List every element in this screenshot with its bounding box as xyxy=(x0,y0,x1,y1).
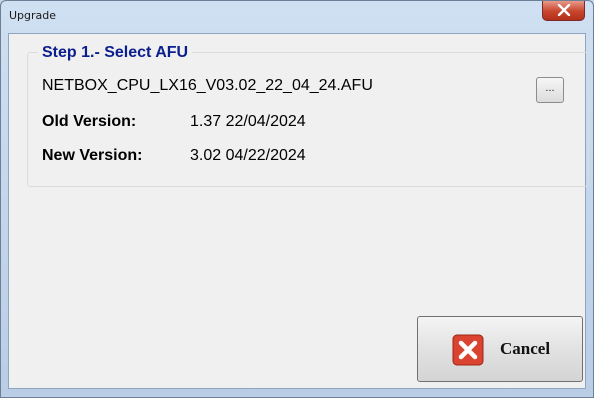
new-version-row: New Version: 3.02 04/22/2024 xyxy=(42,147,306,165)
close-button[interactable] xyxy=(542,1,585,21)
dialog-body: Step 1.- Select AFU NETBOX_CPU_LX16_V03.… xyxy=(8,33,589,389)
title-bar[interactable]: Upgrade xyxy=(1,1,593,34)
new-version-value: 3.02 04/22/2024 xyxy=(190,147,306,164)
cancel-button[interactable]: Cancel xyxy=(417,316,583,382)
old-version-label: Old Version: xyxy=(42,113,137,130)
upgrade-dialog: Upgrade Step 1.- Select AFU NETBOX_CPU_L… xyxy=(0,0,594,398)
new-version-label: New Version: xyxy=(42,147,143,164)
step-group: Step 1.- Select AFU NETBOX_CPU_LX16_V03.… xyxy=(27,44,589,187)
cancel-x-icon xyxy=(452,334,484,366)
browse-button[interactable]: ... xyxy=(536,77,564,103)
close-icon xyxy=(557,4,571,16)
step-title: Step 1.- Select AFU xyxy=(38,44,193,62)
old-version-row: Old Version: 1.37 22/04/2024 xyxy=(42,113,306,131)
afu-filename: NETBOX_CPU_LX16_V03.02_22_04_24.AFU xyxy=(42,77,373,94)
cancel-label: Cancel xyxy=(500,339,551,358)
window-title: Upgrade xyxy=(9,9,57,22)
old-version-value: 1.37 22/04/2024 xyxy=(190,113,306,130)
